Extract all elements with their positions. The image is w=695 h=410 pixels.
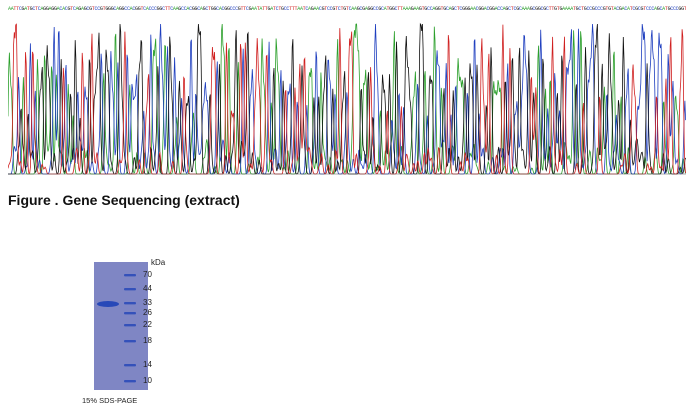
ladder-label: 70 xyxy=(143,270,152,279)
ladder-band xyxy=(124,324,136,327)
ladder-label: 10 xyxy=(143,376,152,385)
ladder-band xyxy=(124,380,136,383)
sample-band xyxy=(97,301,119,307)
ladder-band xyxy=(124,288,136,291)
ladder-band xyxy=(124,302,136,305)
ladder-label: 26 xyxy=(143,308,152,317)
ladder-label: 44 xyxy=(143,284,152,293)
ladder-band xyxy=(124,364,136,367)
figure-caption: Figure . Gene Sequencing (extract) xyxy=(8,192,240,208)
ladder-band xyxy=(124,274,136,277)
gel-image xyxy=(94,262,148,390)
gel-background xyxy=(94,262,148,390)
ladder-unit-label: kDa xyxy=(151,258,166,267)
chromatogram-trace xyxy=(8,22,686,175)
sds-page-gel-figure: kDa 70 44 33 26 22 18 14 10 15% SDS-PAGE xyxy=(82,256,172,406)
ladder-label: 22 xyxy=(143,320,152,329)
ladder-band xyxy=(124,340,136,343)
ladder-label: 14 xyxy=(143,360,152,369)
gel-caption: 15% SDS-PAGE xyxy=(82,396,138,405)
ladder-band xyxy=(124,312,136,315)
ladder-label: 18 xyxy=(143,336,152,345)
sequence-strip: AATTCGATGCTCAGGAGGACACGTCAGAGCGTCCGTGGGC… xyxy=(8,4,686,14)
ladder-label: 33 xyxy=(143,298,152,307)
